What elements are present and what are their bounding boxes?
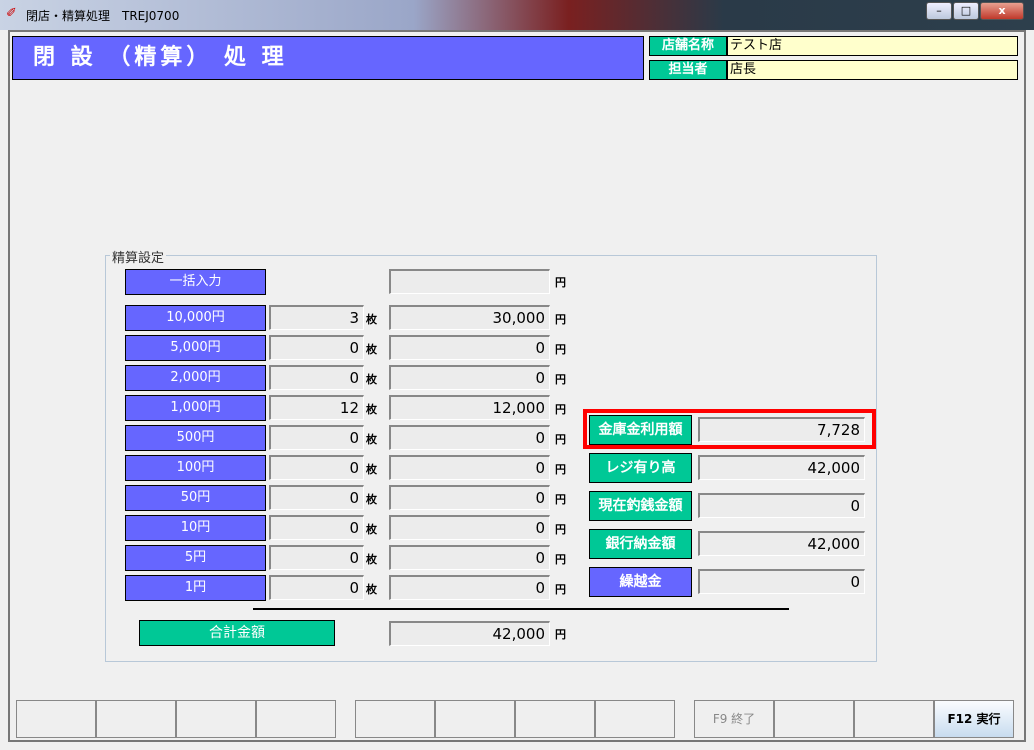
store-name-value: テスト店	[727, 36, 1018, 56]
count-unit: 枚	[366, 343, 377, 356]
function-key-3[interactable]	[176, 700, 256, 738]
window-title: 閉店・精算処理 TREJ0700	[26, 9, 180, 23]
yen-unit: 円	[555, 403, 566, 416]
amount-field: 0	[389, 485, 550, 510]
count-field[interactable]: 12	[269, 395, 364, 420]
denomination-button[interactable]: 10円	[125, 515, 266, 541]
page-title: 閉 設 （精算） 処 理	[12, 36, 644, 80]
count-field[interactable]: 0	[269, 425, 364, 450]
amount-field: 0	[389, 335, 550, 360]
denomination-button[interactable]: 500円	[125, 425, 266, 451]
amount-field: 0	[389, 575, 550, 600]
function-key-6[interactable]	[435, 700, 515, 738]
count-unit: 枚	[366, 313, 377, 326]
maximize-button[interactable]: □	[953, 2, 979, 20]
yen-unit: 円	[555, 628, 566, 641]
amount-field: 30,000	[389, 305, 550, 330]
bulk-amount-field[interactable]	[389, 269, 550, 294]
amount-field: 12,000	[389, 395, 550, 420]
count-field[interactable]: 0	[269, 485, 364, 510]
function-key-5[interactable]	[355, 700, 435, 738]
denomination-button[interactable]: 5円	[125, 545, 266, 571]
yen-unit: 円	[555, 373, 566, 386]
denomination-button[interactable]: 2,000円	[125, 365, 266, 391]
bulk-input-button[interactable]: 一括入力	[125, 269, 266, 295]
summary-label: レジ有り高	[589, 453, 692, 483]
denomination-button[interactable]: 100円	[125, 455, 266, 481]
staff-label: 担当者	[649, 60, 727, 80]
summary-label: 現在釣銭金額	[589, 491, 692, 521]
count-unit: 枚	[366, 523, 377, 536]
function-key-12[interactable]: F12 実行	[934, 700, 1014, 738]
summary-value: 0	[698, 493, 865, 518]
count-unit: 枚	[366, 463, 377, 476]
function-key-9[interactable]: F9 終了	[694, 700, 774, 738]
total-label: 合計金額	[139, 620, 335, 646]
count-field[interactable]: 0	[269, 545, 364, 570]
function-key-11[interactable]	[854, 700, 934, 738]
denomination-button[interactable]: 10,000円	[125, 305, 266, 331]
count-field[interactable]: 0	[269, 365, 364, 390]
settlement-group-label: 精算設定	[110, 247, 167, 266]
function-key-7[interactable]	[515, 700, 595, 738]
amount-field: 0	[389, 455, 550, 480]
count-field[interactable]: 0	[269, 515, 364, 540]
denomination-button[interactable]: 1円	[125, 575, 266, 601]
count-unit: 枚	[366, 433, 377, 446]
function-key-4[interactable]	[256, 700, 336, 738]
amount-field: 0	[389, 425, 550, 450]
count-field[interactable]: 3	[269, 305, 364, 330]
store-name-label: 店舗名称	[649, 36, 727, 56]
amount-field: 0	[389, 545, 550, 570]
function-key-2[interactable]	[96, 700, 176, 738]
count-unit: 枚	[366, 583, 377, 596]
denomination-button[interactable]: 5,000円	[125, 335, 266, 361]
count-unit: 枚	[366, 553, 377, 566]
summary-label: 銀行納金額	[589, 529, 692, 559]
yen-unit: 円	[555, 583, 566, 596]
count-field[interactable]: 0	[269, 335, 364, 360]
summary-value: 42,000	[698, 531, 865, 556]
app-icon: ✐	[6, 6, 17, 21]
denomination-button[interactable]: 50円	[125, 485, 266, 511]
count-unit: 枚	[366, 493, 377, 506]
denomination-button[interactable]: 1,000円	[125, 395, 266, 421]
close-button[interactable]: x	[980, 2, 1024, 20]
yen-unit: 円	[555, 493, 566, 506]
count-field[interactable]: 0	[269, 575, 364, 600]
staff-value: 店長	[727, 60, 1018, 80]
summary-label: 繰越金	[589, 567, 692, 597]
yen-unit: 円	[555, 433, 566, 446]
count-unit: 枚	[366, 403, 377, 416]
count-field[interactable]: 0	[269, 455, 364, 480]
amount-field: 0	[389, 515, 550, 540]
summary-value: 42,000	[698, 455, 865, 480]
yen-unit: 円	[555, 463, 566, 476]
highlight-box	[583, 409, 876, 449]
divider	[253, 608, 789, 610]
summary-value: 0	[698, 569, 865, 594]
yen-unit: 円	[555, 523, 566, 536]
yen-unit: 円	[555, 343, 566, 356]
function-key-10[interactable]	[774, 700, 854, 738]
total-amount-field: 42,000	[389, 621, 550, 646]
minimize-button[interactable]: –	[926, 2, 952, 20]
amount-field: 0	[389, 365, 550, 390]
function-key-8[interactable]	[595, 700, 675, 738]
yen-unit: 円	[555, 276, 566, 289]
yen-unit: 円	[555, 313, 566, 326]
count-unit: 枚	[366, 373, 377, 386]
yen-unit: 円	[555, 553, 566, 566]
function-key-1[interactable]	[16, 700, 96, 738]
